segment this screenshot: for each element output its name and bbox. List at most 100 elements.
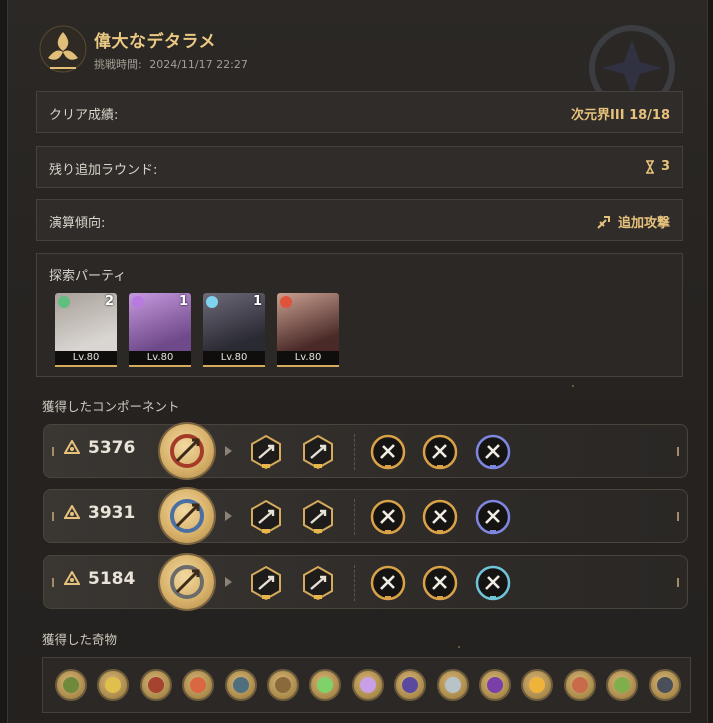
party-member[interactable]: 2 Lv.80 [55, 293, 117, 367]
element-icon [132, 296, 144, 308]
element-icon [206, 296, 218, 308]
element-icon [280, 296, 292, 308]
equation-slot-icon[interactable] [300, 565, 336, 601]
curios-panel [42, 657, 691, 713]
character-level: Lv.80 [129, 351, 191, 367]
curio-icon[interactable] [267, 669, 299, 701]
curio-icon[interactable] [394, 669, 427, 701]
path-badge-icon[interactable] [160, 555, 214, 609]
curio-icon[interactable] [309, 669, 342, 701]
blessing-icon[interactable] [422, 565, 458, 601]
curio-icon[interactable] [436, 669, 469, 701]
path-badge-icon[interactable] [160, 424, 214, 478]
curio-icon[interactable] [521, 669, 554, 701]
curio-emblem [571, 677, 588, 693]
element-icon [58, 296, 70, 308]
arrow-icon [225, 446, 232, 456]
challenge-time-label: 挑戦時間: [94, 58, 142, 71]
curio-icon[interactable] [55, 669, 87, 701]
curio-emblem [529, 677, 546, 693]
blessing-icon[interactable] [475, 565, 511, 601]
curio-emblem [656, 677, 673, 693]
curio-icon[interactable] [606, 669, 639, 701]
blessing-icon[interactable] [370, 499, 406, 535]
score-value: 5184 [88, 569, 136, 589]
hourglass-icon [645, 159, 654, 174]
score-value: 3931 [88, 503, 136, 523]
clear-result-value: 次元界III 18/18 [571, 108, 670, 123]
curio-emblem [147, 677, 164, 693]
equation-slot-icon[interactable] [248, 565, 284, 601]
score-icon [64, 505, 80, 519]
score-value: 5376 [88, 438, 136, 458]
curios-title: 獲得した奇物 [42, 632, 118, 647]
curio-emblem [444, 677, 461, 693]
follow-up-attack-icon [597, 215, 610, 229]
party-member[interactable]: 1 Lv.80 [129, 293, 191, 367]
curio-emblem [402, 677, 419, 693]
score-icon [64, 440, 80, 454]
curio-icon[interactable] [563, 669, 596, 701]
path-badge-icon[interactable] [160, 489, 214, 543]
equation-slot-icon[interactable] [300, 434, 336, 470]
curio-emblem [275, 677, 291, 693]
extra-rounds-count: 3 [660, 159, 670, 174]
curio-icon[interactable] [648, 669, 681, 701]
curio-icon[interactable] [139, 669, 172, 701]
row-tick-right [677, 512, 679, 521]
blessing-icon[interactable] [475, 499, 511, 535]
extra-rounds-label: 残り追加ラウンド: [49, 163, 158, 178]
party-member[interactable]: Lv.80 [277, 293, 339, 367]
component-row[interactable]: 5376 [43, 424, 688, 478]
curio-icon[interactable] [224, 669, 257, 701]
component-row[interactable]: 5184 [43, 555, 688, 609]
divider [354, 434, 355, 470]
clear-result-row: クリア成績: 次元界III 18/18 [36, 91, 683, 133]
row-tick-right [677, 578, 679, 587]
curio-emblem [317, 677, 334, 693]
tendency-row: 演算傾向: 追加攻撃 [36, 199, 683, 241]
component-row[interactable]: 3931 [43, 489, 688, 543]
row-tick-right [677, 447, 679, 456]
blessing-icon[interactable] [370, 565, 406, 601]
eidolon-rank: 1 [252, 294, 262, 309]
clear-result-label: クリア成績: [49, 108, 119, 123]
equation-slot-icon[interactable] [248, 434, 284, 470]
components-title: 獲得したコンポーネント [42, 399, 180, 414]
score-icon [64, 571, 80, 585]
score-block: 5376 [64, 438, 135, 458]
curio-icon[interactable] [97, 669, 130, 701]
blessing-icon[interactable] [422, 499, 458, 535]
character-level: Lv.80 [203, 351, 265, 367]
curio-emblem [190, 677, 207, 693]
extra-rounds-row: 残り追加ラウンド: 3 [36, 146, 683, 188]
curio-emblem [614, 677, 631, 693]
blessing-icon[interactable] [422, 434, 458, 470]
curio-emblem [63, 677, 79, 693]
equation-slot-icon[interactable] [300, 499, 336, 535]
row-tick-left [52, 447, 54, 456]
arrow-icon [225, 577, 232, 587]
curio-icon[interactable] [182, 669, 215, 701]
challenge-time-value: 2024/11/17 22:27 [149, 58, 248, 71]
eidolon-rank: 1 [178, 294, 188, 309]
blessing-icon[interactable] [370, 434, 406, 470]
blessing-icon[interactable] [475, 434, 511, 470]
curio-emblem [359, 677, 376, 693]
tendency-text: 追加攻撃 [617, 216, 670, 231]
page-title: 偉大なデタラメ [94, 32, 216, 52]
curio-emblem [487, 677, 503, 693]
curio-icon[interactable] [351, 669, 384, 701]
party-label: 探索パーティ [49, 269, 127, 284]
arrow-icon [225, 511, 232, 521]
row-tick-left [52, 512, 54, 521]
equation-slot-icon[interactable] [248, 499, 284, 535]
party-panel: 探索パーティ 2 Lv.80 1 Lv.80 1 Lv.80 Lv.80 [36, 253, 683, 377]
character-portrait: 1 [129, 293, 191, 351]
curio-icon[interactable] [479, 669, 511, 701]
divider [354, 499, 355, 535]
party-member[interactable]: 1 Lv.80 [203, 293, 265, 367]
challenge-time: 挑戦時間: 2024/11/17 22:27 [94, 56, 248, 72]
curio-emblem [232, 677, 249, 693]
character-portrait: 1 [203, 293, 265, 351]
